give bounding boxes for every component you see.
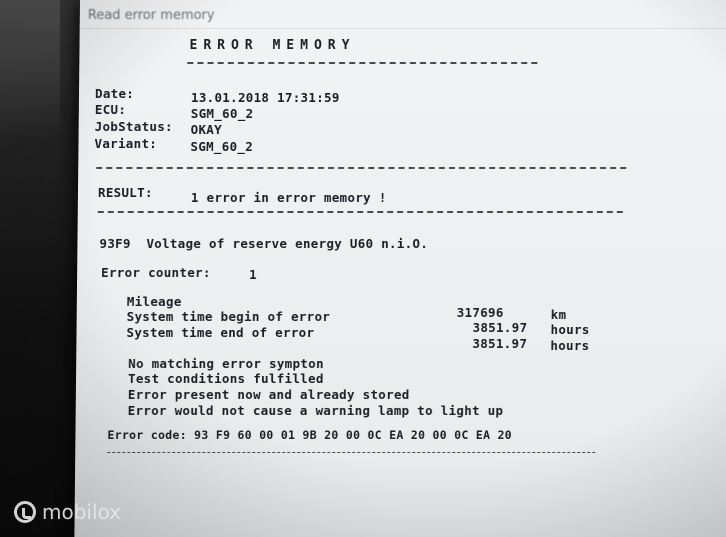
- watermark: mobilox: [14, 500, 121, 524]
- heading-underline: [187, 62, 538, 64]
- mileage-unit: km: [550, 307, 567, 322]
- variant-label: Variant:: [94, 136, 158, 151]
- monitor-screen: Read error memory ERROR MEMORY Date: 13.…: [74, 0, 726, 537]
- ecu-label: ECU:: [94, 102, 127, 117]
- time-end-label: System time end of error: [126, 325, 315, 340]
- note-item: No matching error sympton: [128, 356, 324, 371]
- info-divider: [96, 167, 627, 169]
- bezel-reflection: [0, 0, 60, 200]
- monitor-bezel: [0, 0, 84, 537]
- jobstatus-value: OKAY: [190, 122, 223, 137]
- time-end-unit: hours: [550, 338, 590, 353]
- watermark-text: mobilox: [42, 500, 121, 524]
- mileage-label: Mileage: [126, 294, 182, 309]
- error-code-bytes: Error code: 93 F9 60 00 01 9B 20 00 0C E…: [107, 428, 513, 442]
- note-item: Test conditions fulfilled: [127, 371, 324, 386]
- error-counter-label: Error counter:: [101, 265, 211, 280]
- error-report: ERROR MEMORY Date: 13.01.2018 17:31:59 E…: [74, 0, 726, 537]
- result-text: 1 error in error memory !: [190, 190, 387, 205]
- result-label: RESULT:: [97, 185, 153, 200]
- mobilox-logo-icon: [14, 501, 36, 523]
- note-item: Error present now and already stored: [127, 387, 410, 402]
- date-value: 13.01.2018 17:31:59: [190, 90, 340, 105]
- time-begin-unit: hours: [550, 322, 590, 337]
- error-counter-value: 1: [249, 267, 258, 282]
- mileage-value: 317696: [456, 305, 504, 320]
- report-heading: ERROR MEMORY: [189, 38, 356, 53]
- error-code-title: 93F9 Voltage of reserve energy U60 n.i.O…: [99, 236, 429, 251]
- photo-scene: Read error memory ERROR MEMORY Date: 13.…: [0, 0, 726, 537]
- time-end-value: 3851.97: [472, 336, 528, 351]
- jobstatus-label: JobStatus:: [94, 119, 174, 134]
- time-begin-value: 3851.97: [472, 320, 528, 335]
- variant-value: SGM_60_2: [190, 139, 254, 154]
- note-item: Error would not cause a warning lamp to …: [127, 403, 504, 418]
- date-label: Date:: [94, 86, 135, 101]
- ecu-value: SGM_60_2: [190, 106, 254, 121]
- footer-divider: [107, 452, 596, 453]
- time-begin-label: System time begin of error: [126, 309, 331, 324]
- result-divider: [97, 211, 623, 213]
